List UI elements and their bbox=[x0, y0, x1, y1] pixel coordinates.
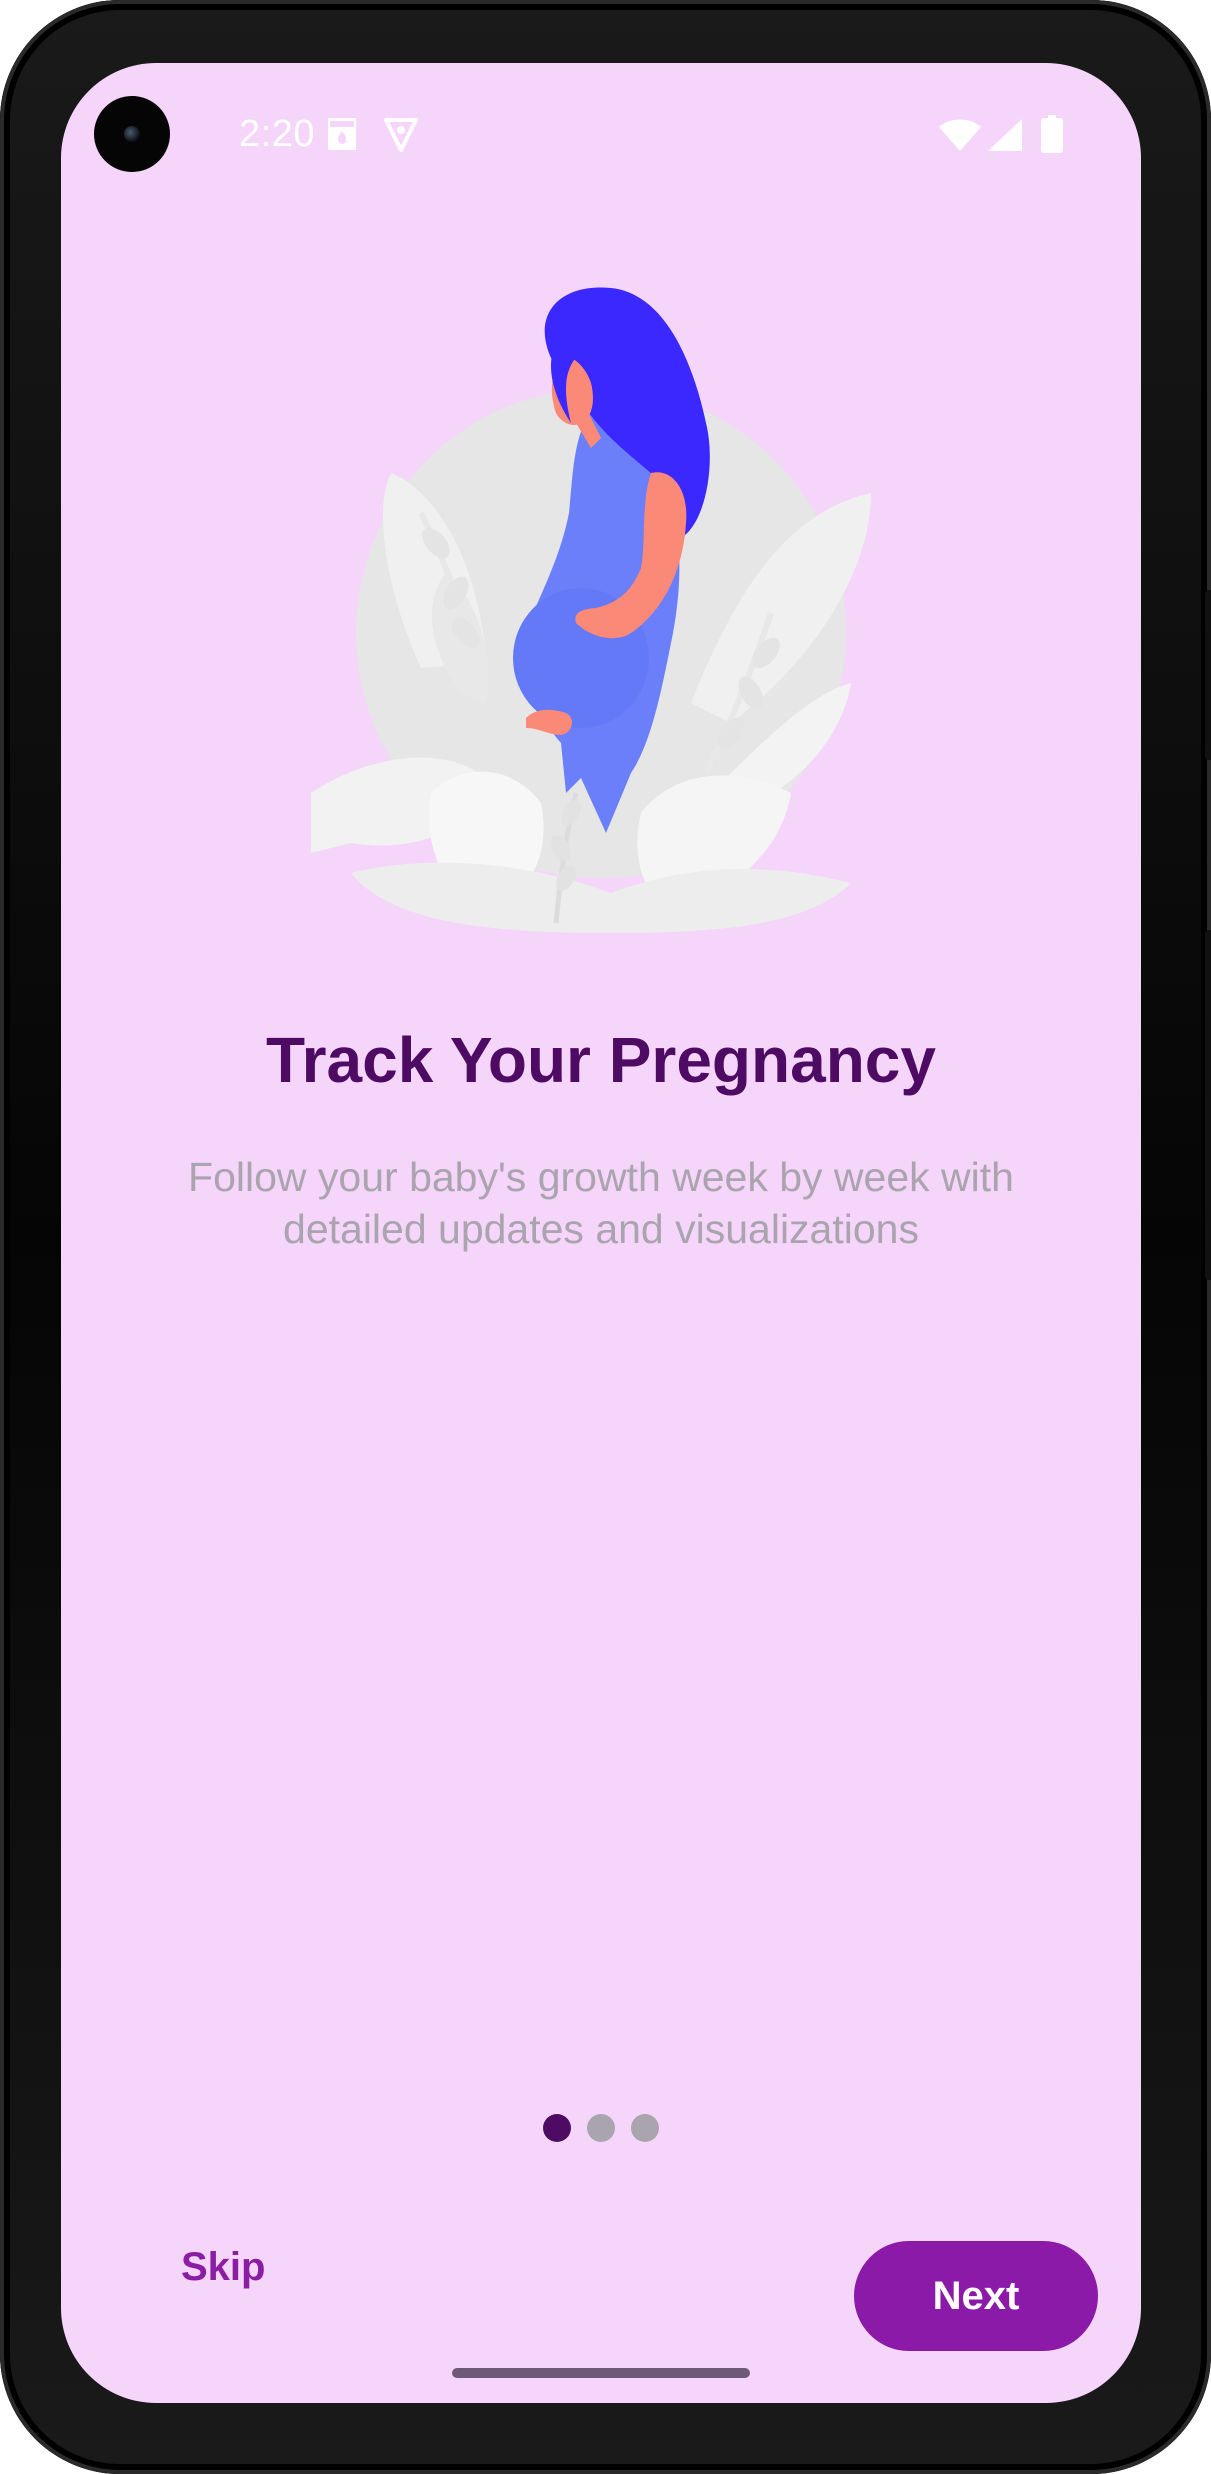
skip-button[interactable]: Skip bbox=[181, 2245, 265, 2290]
home-indicator[interactable] bbox=[452, 2368, 750, 2378]
front-camera bbox=[94, 96, 170, 172]
wifi-icon bbox=[939, 119, 981, 156]
onboarding-subtitle: Follow your baby's growth week by week w… bbox=[188, 1154, 1014, 1252]
onboarding-title: Track Your Pregnancy bbox=[266, 1024, 936, 1096]
status-time: 2:20 bbox=[239, 113, 315, 155]
phone-frame: 2:20 Track Your Pregnancy Follow your ba… bbox=[0, 0, 1211, 2474]
volume-rocker bbox=[1205, 930, 1211, 1280]
app-screen: 2:20 Track Your Pregnancy Follow your ba… bbox=[61, 63, 1141, 2403]
page-indicator-dot-2 bbox=[587, 2114, 615, 2142]
next-button[interactable]: Next bbox=[854, 2241, 1098, 2351]
page-indicator-dot-1 bbox=[543, 2114, 571, 2142]
power-button bbox=[1205, 590, 1211, 760]
pregnant-woman-illustration bbox=[311, 273, 891, 933]
cell-signal-icon bbox=[988, 119, 1022, 156]
page-indicator bbox=[61, 2114, 1141, 2142]
shield-icon bbox=[383, 115, 419, 158]
sim-card-icon bbox=[325, 115, 359, 158]
page-indicator-dot-3 bbox=[631, 2114, 659, 2142]
battery-icon bbox=[1041, 115, 1063, 158]
